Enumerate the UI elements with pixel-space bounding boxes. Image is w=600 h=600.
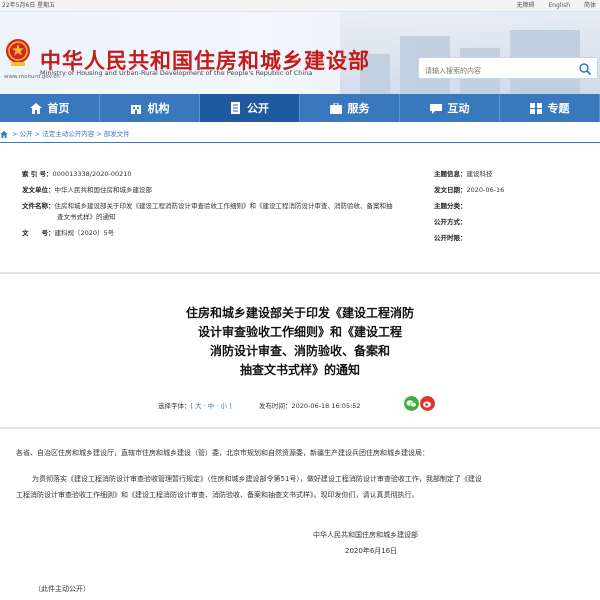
meta-category-row: 主题分类： — [434, 200, 467, 210]
meta-topic-value: 建设科技 — [466, 170, 493, 178]
font-size-label: 选择字体： — [158, 402, 191, 410]
body-paragraph-main-cont: 工程消防设计审查验收工作细则》和《建设工程消防设计审查、消防验收、备案和抽查文书… — [16, 491, 419, 499]
breadcrumb-divider — [0, 142, 600, 143]
breadcrumb: > 公开 > 法定主动公开内容 > 部发文件 — [0, 128, 130, 140]
publish-time: 发布时间：2020-06-18 16:05:52 — [259, 400, 361, 410]
meta-label: 公开方式： — [434, 218, 467, 226]
publish-time-label: 发布时间： — [259, 402, 292, 410]
nav-item-label: 首页 — [47, 102, 70, 115]
main-nav: 首页 机构 公开 服务 互动 专题 — [0, 94, 600, 122]
breadcrumb-item-ministry-docs[interactable]: 部发文件 — [104, 130, 130, 138]
service-icon — [329, 102, 342, 114]
meta-date-value: 2020-06-16 — [466, 186, 505, 194]
document-title-line: 抽查文书式样》的通知 — [239, 363, 360, 377]
meta-issuer-value: 中华人民共和国住房和城乡建设部 — [54, 186, 153, 194]
breadcrumb-separator: > — [96, 130, 104, 138]
building-icon — [130, 104, 141, 114]
meta-index-value: 000013338/2020-00210 — [52, 170, 132, 178]
meta-topic-row: 主题信息：建设科技 — [434, 168, 493, 178]
meta-filename-value-cont: 查文书式样》的通知 — [57, 213, 116, 221]
simplified-chinese-link[interactable]: 简体 — [584, 2, 596, 9]
font-size-options[interactable]: [ 大 · 中 · 小 ] — [191, 402, 232, 410]
search-input[interactable] — [419, 61, 569, 81]
meta-docno-value: 建科规〔2020〕5号 — [54, 229, 115, 237]
nav-item-organization[interactable]: 机构 — [100, 94, 200, 122]
document-title-line: 消防设计审查、消防验收、备案和 — [209, 344, 390, 358]
breadcrumb-separator: > — [12, 130, 20, 138]
section-divider — [0, 427, 600, 429]
site-subtitle: Ministry of Housing and Urban-Rural Deve… — [40, 69, 313, 77]
document-title-line: 住房和城乡建设部关于印发《建设工程消防 — [185, 306, 414, 320]
building-backdrop — [340, 12, 600, 94]
nav-item-home[interactable]: 首页 — [0, 94, 100, 122]
breadcrumb-item-statutory[interactable]: 法定主动公开内容 — [42, 130, 94, 138]
meta-label: 公开时限： — [434, 234, 467, 242]
meta-filename-row-cont: 查文书式样》的通知 — [57, 211, 116, 221]
nav-item-label: 公开 — [247, 102, 269, 115]
font-size-selector: 选择字体：[ 大 · 中 · 小 ] — [158, 400, 232, 410]
nav-item-label: 服务 — [347, 102, 370, 115]
meta-label: 文 号： — [22, 229, 55, 237]
nav-item-label: 机构 — [147, 102, 170, 115]
wechat-share-icon[interactable] — [404, 396, 419, 411]
nav-item-service[interactable]: 服务 — [300, 94, 400, 122]
section-divider — [0, 272, 600, 274]
nav-item-disclosure[interactable]: 公开 — [200, 94, 300, 122]
nav-item-interaction[interactable]: 互动 — [400, 94, 500, 122]
sign-date: 2020年6月16日 — [345, 547, 398, 555]
weibo-share-icon[interactable] — [420, 396, 435, 411]
meta-label: 索 引 号： — [22, 170, 53, 178]
meta-date-row: 发文日期：2020-06-16 — [434, 184, 504, 194]
meta-filename-row: 文件名称：住房和城乡建设部关于印发《建设工程消防设计审查验收工作细则》和《建设工… — [22, 200, 393, 210]
disclosure-note: （此件主动公开） — [34, 585, 90, 593]
document-icon — [231, 102, 240, 114]
search-box — [418, 57, 598, 81]
search-icon[interactable] — [578, 62, 592, 76]
chat-icon — [429, 103, 442, 114]
topics-icon — [529, 102, 542, 114]
meta-label: 主题分类： — [434, 202, 467, 210]
meta-label: 主题信息： — [434, 170, 467, 178]
top-links: 无障碍 English 简体 — [504, 0, 596, 12]
home-icon — [29, 102, 42, 114]
meta-label: 文件名称： — [22, 202, 55, 210]
top-utility-bar: 22年5月6日 星期五 无障碍 English 简体 — [0, 0, 600, 12]
nav-item-topics[interactable]: 专题 — [500, 94, 600, 122]
body-paragraph-addressees: 各省、自治区住房和城乡建设厅，直辖市住房和城乡建设（管）委，北京市规划和自然资源… — [16, 449, 429, 457]
nav-item-label: 互动 — [447, 102, 470, 115]
meta-index-row: 索 引 号：000013338/2020-00210 — [22, 168, 132, 178]
publish-time-value: 2020-06-18 16:05:52 — [291, 402, 361, 410]
english-link[interactable]: English — [548, 2, 570, 9]
meta-label: 发文单位： — [22, 186, 55, 194]
meta-label: 发文日期： — [434, 186, 467, 194]
nav-item-label: 专题 — [547, 102, 570, 115]
meta-filename-value: 住房和城乡建设部关于印发《建设工程消防设计审查验收工作细则》和《建设工程消防设计… — [54, 202, 393, 210]
national-emblem-icon — [6, 39, 30, 66]
accessibility-link[interactable]: 无障碍 — [516, 2, 534, 9]
meta-method-row: 公开方式： — [434, 216, 467, 226]
current-date: 22年5月6日 星期五 — [2, 2, 56, 9]
home-icon[interactable] — [0, 130, 8, 138]
breadcrumb-item-disclosure[interactable]: 公开 — [20, 130, 33, 138]
site-header: www.mohurd.gov.cn 中华人民共和国住房和城乡建设部 Minist… — [0, 12, 600, 94]
document-title-line: 设计审查验收工作细则》和《建设工程 — [197, 325, 402, 339]
signer: 中华人民共和国住房和城乡建设部 — [313, 531, 418, 539]
meta-timelimit-row: 公开时限： — [434, 232, 467, 242]
meta-docno-row: 文 号：建科规〔2020〕5号 — [22, 227, 114, 237]
document-title: 住房和城乡建设部关于印发《建设工程消防 设计审查验收工作细则》和《建设工程 消防… — [0, 304, 600, 380]
meta-issuer-row: 发文单位：中华人民共和国住房和城乡建设部 — [22, 184, 152, 194]
